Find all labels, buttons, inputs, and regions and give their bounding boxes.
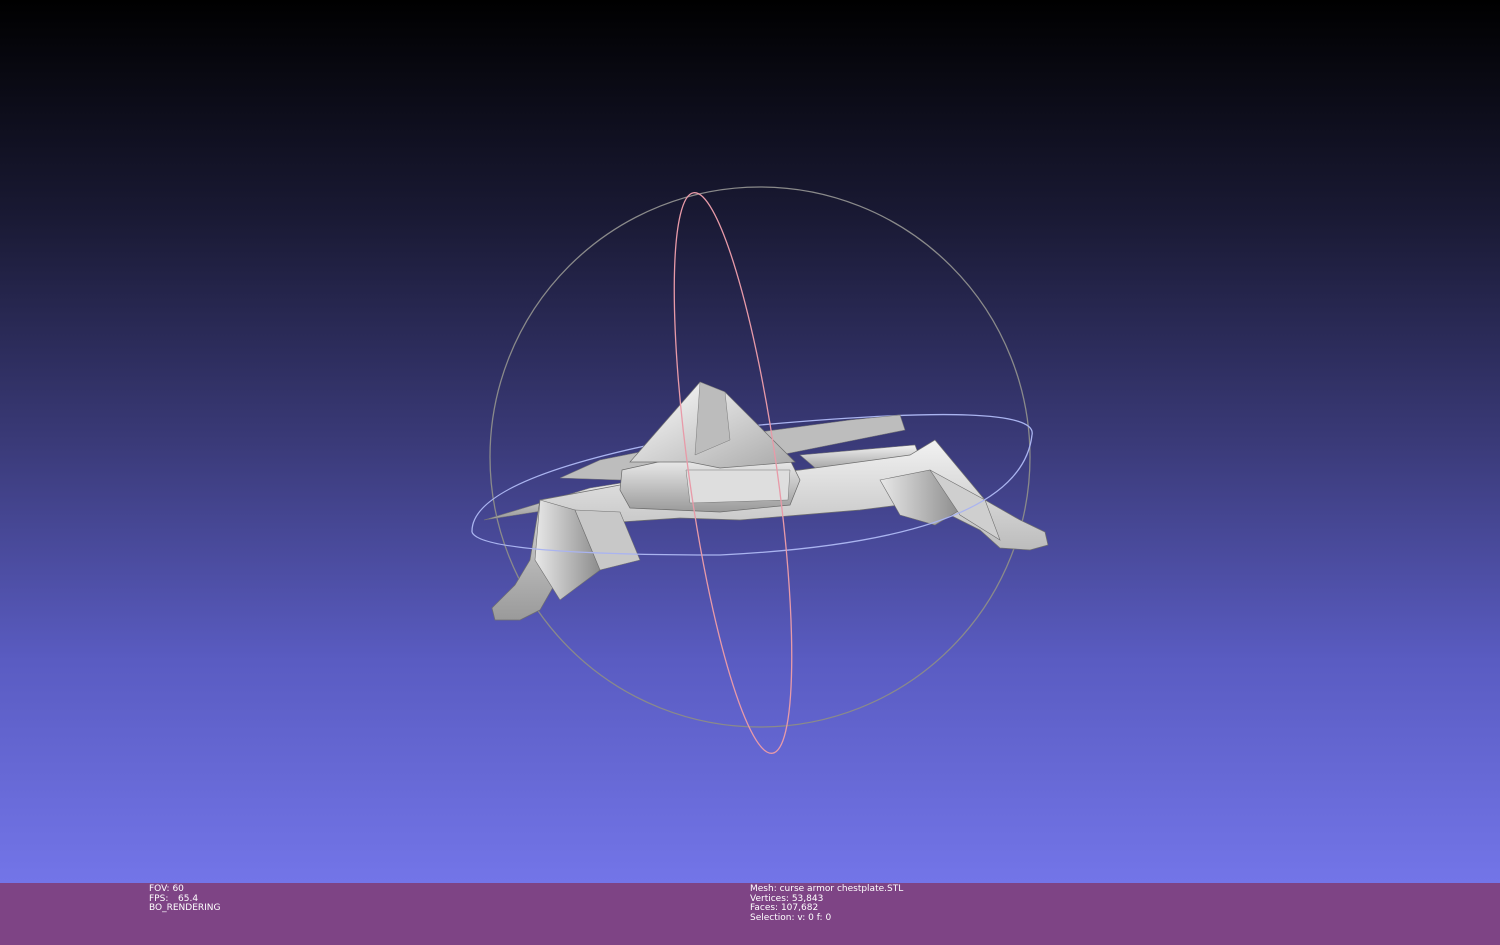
fps-value: 65.4 (178, 893, 199, 904)
selection-value: v: 0 f: 0 (797, 912, 832, 923)
fov-label: FOV: (149, 884, 170, 894)
render-info: FOV: 60 FPS: 65.4 BO_RENDERING (149, 884, 221, 914)
selection-label: Selection: (750, 912, 795, 923)
mesh-label: Mesh: (750, 884, 777, 894)
mesh-info: Mesh: curse armor chestplate.STL Vertice… (750, 884, 904, 924)
faces-label: Faces: (750, 903, 779, 913)
faces-value: 107,682 (780, 903, 819, 913)
mesh-model[interactable] (483, 381, 1049, 621)
fov-value: 60 (172, 884, 184, 894)
vertices-value: 53,843 (791, 893, 824, 904)
selection-readout: Selection: v: 0 f: 0 (750, 912, 903, 924)
3d-viewport[interactable] (0, 0, 1500, 883)
render-mode: BO_RENDERING (149, 903, 221, 913)
mesh-name: curse armor chestplate.STL (779, 884, 904, 894)
vertices-label: Vertices: (750, 893, 789, 904)
status-bar: FOV: 60 FPS: 65.4 BO_RENDERING Mesh: curs… (0, 883, 1500, 945)
scene-canvas[interactable] (0, 0, 1500, 883)
